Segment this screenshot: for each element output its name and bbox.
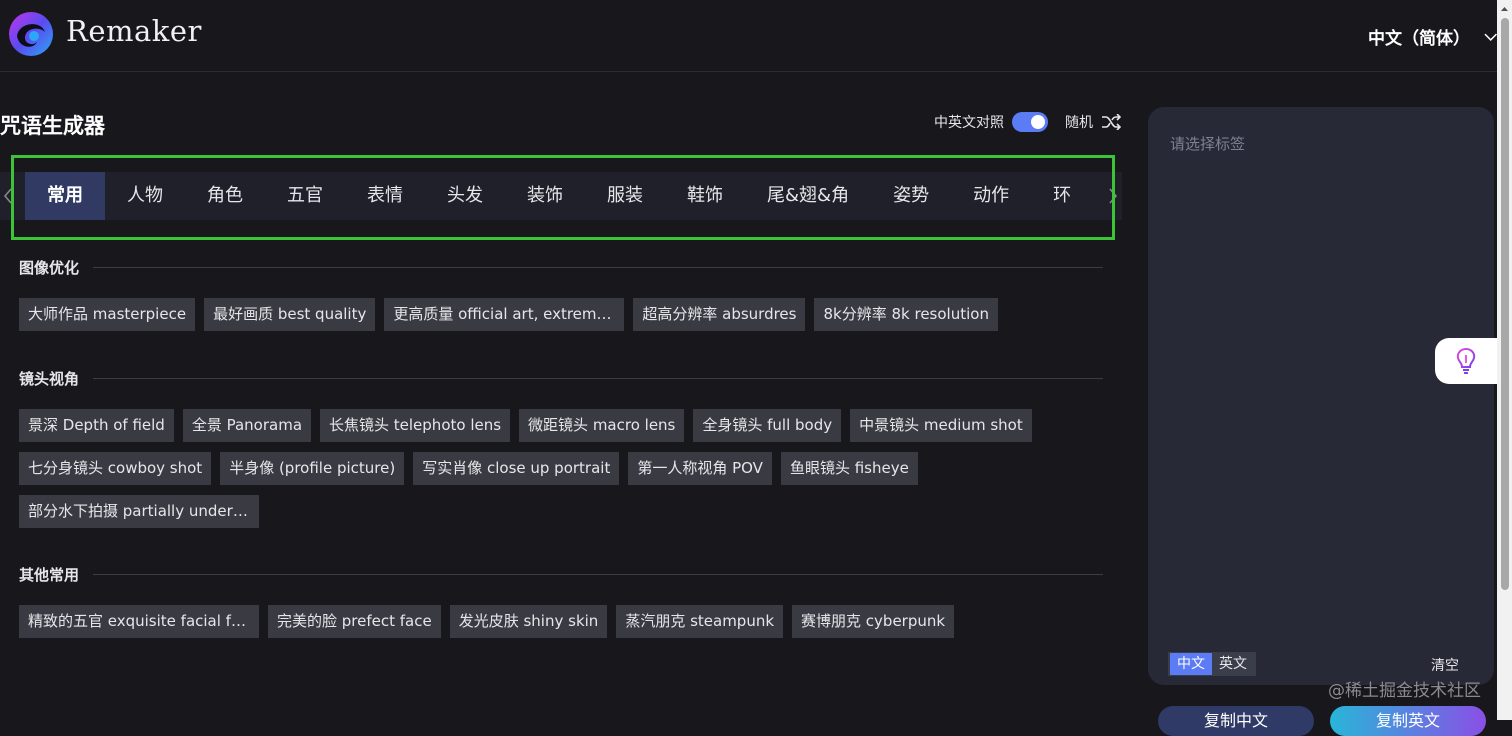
tag-chip[interactable]: 中景镜头 medium shot xyxy=(850,409,1032,442)
tag-chip[interactable]: 景深 Depth of field xyxy=(19,409,174,442)
tag-chip[interactable]: 七分身镜头 cowboy shot xyxy=(19,452,212,485)
tag-chip[interactable]: 部分水下拍摄 partially underw… xyxy=(19,495,259,528)
tag-chip[interactable]: 更高质量 official art, extremel… xyxy=(384,298,625,331)
language-label: 中文（简体） xyxy=(1368,29,1470,49)
chip-group-other-common: 精致的五官 exquisite facial fe… 完美的脸 prefect f… xyxy=(19,605,1109,638)
bilingual-label: 中英文对照 xyxy=(934,115,1004,131)
tag-chip[interactable]: 蒸汽朋克 steampunk xyxy=(616,605,784,638)
tag-chip[interactable]: 第一人称视角 POV xyxy=(628,452,772,485)
section-label: 其他常用 xyxy=(19,566,80,584)
tag-chip[interactable]: 8k分辨率 8k resolution xyxy=(814,298,998,331)
output-language-tabs: 中文 英文 xyxy=(1168,652,1256,676)
tag-chip[interactable]: 最好画质 best quality xyxy=(204,298,376,331)
tag-chip[interactable]: 写实肖像 close up portrait xyxy=(413,452,620,485)
lang-tab-chinese[interactable]: 中文 xyxy=(1170,653,1212,675)
shuffle-icon xyxy=(1102,114,1121,130)
remaker-logo-icon[interactable] xyxy=(7,10,55,58)
tag-chip[interactable]: 完美的脸 prefect face xyxy=(268,605,441,638)
lang-tab-english[interactable]: 英文 xyxy=(1212,653,1254,675)
section-title-other-common: 其他常用 xyxy=(19,564,1103,585)
clear-button[interactable]: 清空 xyxy=(1431,655,1459,675)
language-selector[interactable]: 中文（简体） xyxy=(1368,24,1497,49)
chip-group-image-optimization: 大师作品 masterpiece 最好画质 best quality 更高质量 of… xyxy=(19,298,1109,331)
random-label: 随机 xyxy=(1065,115,1093,131)
tag-chip[interactable]: 精致的五官 exquisite facial fe… xyxy=(19,605,259,638)
copy-chinese-button[interactable]: 复制中文 xyxy=(1158,706,1314,736)
random-button[interactable]: 随机 xyxy=(1065,112,1121,132)
prompt-helper-button[interactable] xyxy=(1435,338,1497,384)
section-divider xyxy=(93,267,1103,268)
tag-chip[interactable]: 全身镜头 full body xyxy=(693,409,842,442)
tabs-highlight-box xyxy=(11,155,1115,240)
lightbulb-icon xyxy=(1456,347,1476,374)
tag-chip[interactable]: 全景 Panorama xyxy=(182,409,312,442)
section-label: 镜头视角 xyxy=(19,370,80,388)
tag-chip[interactable]: 赛博朋克 cyberpunk xyxy=(792,605,955,638)
scroll-thumb[interactable] xyxy=(1501,18,1509,590)
section-divider xyxy=(93,574,1103,575)
section-title-camera-angle: 镜头视角 xyxy=(19,368,1103,389)
top-header: Remaker 中文（简体） xyxy=(0,0,1497,72)
section-title-image-optimization: 图像优化 xyxy=(19,257,1103,278)
tags-placeholder[interactable]: 请选择标签 xyxy=(1170,133,1245,154)
toggle-knob xyxy=(1031,115,1045,129)
selected-tags-panel: 请选择标签 中文 英文 清空 xyxy=(1148,107,1494,685)
page-title: 咒语生成器 xyxy=(0,114,105,138)
page-scrollbar[interactable] xyxy=(1497,0,1512,720)
section-label: 图像优化 xyxy=(19,259,80,277)
tag-chip[interactable]: 长焦镜头 telephoto lens xyxy=(320,409,511,442)
tag-chip[interactable]: 鱼眼镜头 fisheye xyxy=(780,452,918,485)
tag-chip[interactable]: 发光皮肤 shiny skin xyxy=(449,605,608,638)
copy-english-button[interactable]: 复制英文 xyxy=(1330,706,1486,736)
tag-chip[interactable]: 微距镜头 macro lens xyxy=(519,409,685,442)
tag-chip[interactable]: 大师作品 masterpiece xyxy=(19,298,196,331)
tag-chip[interactable]: 半身像 (profile picture) xyxy=(220,452,405,485)
watermark: @稀土掘金技术社区 xyxy=(1328,681,1481,701)
bilingual-toggle-group: 中英文对照 xyxy=(934,112,1048,132)
brand-name[interactable]: Remaker xyxy=(66,14,202,48)
bilingual-toggle[interactable] xyxy=(1012,112,1048,132)
section-divider xyxy=(93,378,1103,379)
scroll-up-arrow-icon[interactable] xyxy=(1497,2,1512,16)
chip-group-camera-angle: 景深 Depth of field 全景 Panorama 长焦镜头 telepho… xyxy=(19,409,1109,528)
chevron-down-icon xyxy=(1484,33,1497,41)
tag-chip[interactable]: 超高分辨率 absurdres xyxy=(633,298,806,331)
